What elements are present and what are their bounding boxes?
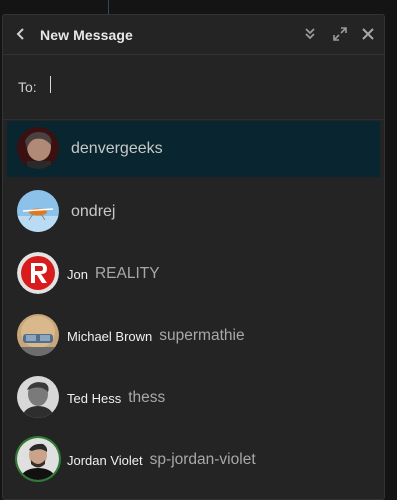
contact-username: denvergeeks bbox=[71, 140, 163, 157]
back-chevron-icon[interactable] bbox=[13, 26, 29, 42]
avatar bbox=[17, 376, 59, 418]
contact-username: sp-jordan-violet bbox=[149, 451, 256, 468]
contact-item-thess[interactable]: Ted Hess thess bbox=[7, 370, 380, 426]
contact-item-supermathie[interactable]: Michael Brown supermathie bbox=[7, 308, 380, 364]
expand-icon[interactable] bbox=[333, 27, 347, 41]
avatar bbox=[17, 252, 59, 294]
contact-username: ondrej bbox=[71, 203, 116, 220]
contact-fullname: Jordan Violet bbox=[67, 452, 143, 468]
contact-username: supermathie bbox=[159, 327, 245, 344]
contact-username: REALITY bbox=[94, 265, 160, 282]
contact-fullname: Ted Hess bbox=[67, 390, 122, 406]
contact-fullname: Michael Brown bbox=[67, 328, 153, 344]
avatar bbox=[17, 127, 59, 169]
contact-item-ondrej[interactable]: ondrej bbox=[7, 184, 380, 240]
avatar bbox=[17, 190, 59, 232]
collapse-chevrons-icon[interactable] bbox=[303, 27, 317, 41]
divider bbox=[3, 119, 384, 120]
avatar bbox=[17, 438, 59, 480]
avatar bbox=[17, 314, 59, 356]
to-label: To: bbox=[18, 79, 37, 95]
page-title: New Message bbox=[40, 27, 133, 43]
background-divider bbox=[108, 0, 109, 14]
contact-item-reality[interactable]: Jon REALITY bbox=[7, 246, 380, 302]
contact-fullname: Jon bbox=[67, 266, 88, 282]
new-message-panel: New Message To: denvergeeks ondrej Jon R… bbox=[2, 14, 385, 500]
contact-item-sp-jordan-violet[interactable]: Jordan Violet sp-jordan-violet bbox=[7, 432, 380, 488]
contact-item-denvergeeks[interactable]: denvergeeks bbox=[7, 121, 380, 177]
text-caret bbox=[50, 76, 51, 93]
panel-header: New Message bbox=[3, 15, 384, 55]
recipient-field[interactable]: To: bbox=[3, 55, 384, 119]
close-icon[interactable] bbox=[361, 27, 375, 41]
contact-username: thess bbox=[128, 389, 166, 406]
